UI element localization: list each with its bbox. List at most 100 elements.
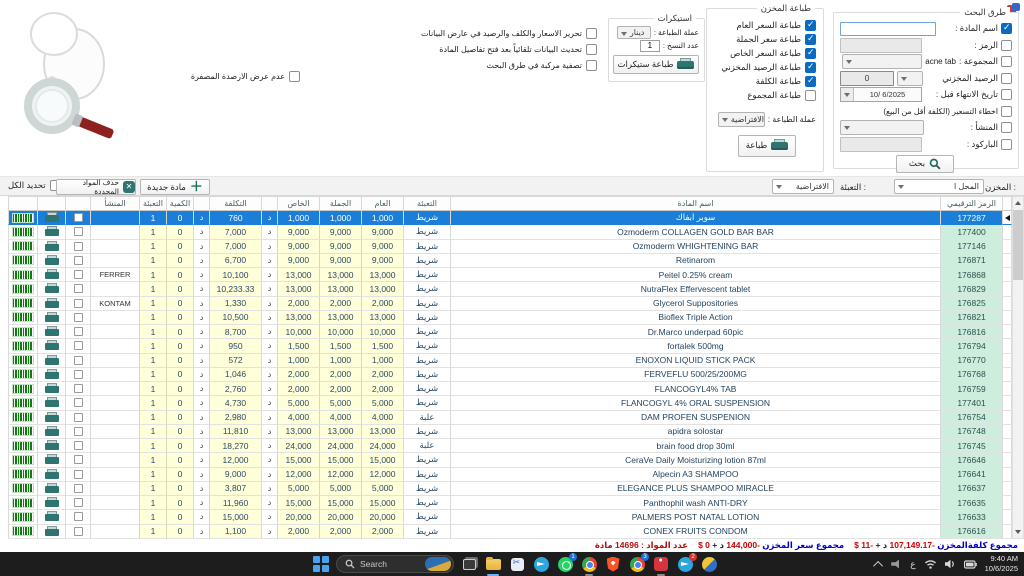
row-checkbox[interactable] [74, 398, 83, 407]
row-print-cell[interactable] [37, 211, 65, 225]
telegram-button[interactable] [532, 555, 550, 573]
print-general-price-checkbox[interactable] [805, 20, 816, 31]
row-print-cell[interactable] [37, 240, 65, 254]
material-name-input[interactable] [840, 22, 936, 36]
row-print-cell[interactable] [37, 297, 65, 311]
row-checkbox[interactable] [74, 313, 83, 322]
table-row[interactable]: 176637 ELEGANCE PLUS SHAMPOO MIRACLE شري… [8, 482, 1012, 496]
table-row[interactable]: 176633 PALMERS POST NATAL LOTION شريط 20… [8, 510, 1012, 524]
row-print-cell[interactable] [37, 396, 65, 410]
table-scrollbar[interactable] [1012, 196, 1024, 539]
language-indicator[interactable]: ع [910, 559, 915, 570]
table-row[interactable]: 176754 DAM PROFEN SUSPENION علبة 4,000 4… [8, 411, 1012, 425]
row-barcode-cell[interactable] [8, 425, 37, 439]
barcode-input[interactable] [840, 137, 922, 152]
origin-combo[interactable] [840, 120, 924, 135]
row-checkbox[interactable] [74, 299, 83, 308]
row-checkbox[interactable] [74, 470, 83, 479]
row-checkbox[interactable] [74, 227, 83, 236]
auto-refresh-checkbox[interactable] [586, 44, 597, 55]
row-barcode-cell[interactable] [8, 439, 37, 453]
row-checkbox[interactable] [74, 484, 83, 493]
print-button[interactable]: طباعة [738, 135, 796, 157]
stock-checkbox[interactable] [1001, 73, 1012, 84]
table-row[interactable]: 176868 Peitel 0.25% cream شريط 13,000 13… [8, 268, 1012, 282]
expiry-date-picker[interactable]: 10/ 6/2025 [840, 87, 922, 102]
row-print-cell[interactable] [37, 311, 65, 325]
row-checkbox[interactable] [74, 370, 83, 379]
row-print-cell[interactable] [37, 439, 65, 453]
header-code[interactable]: الرمز الترقيمي [940, 196, 1002, 211]
compound-filter-checkbox[interactable] [586, 60, 597, 71]
row-select-cell[interactable] [65, 354, 90, 368]
row-checkbox[interactable] [74, 427, 83, 436]
stock-combo[interactable] [897, 71, 923, 86]
row-barcode-cell[interactable] [8, 311, 37, 325]
row-select-cell[interactable] [65, 439, 90, 453]
table-row[interactable]: 176794 fortalek 500mg شريط 1,500 1,500 1… [8, 339, 1012, 353]
table-row[interactable]: 176871 Retinarom شريط 9,000 9,000 9,000 … [8, 254, 1012, 268]
row-barcode-cell[interactable] [8, 496, 37, 510]
row-select-cell[interactable] [65, 411, 90, 425]
calendar-dropdown-icon[interactable] [841, 88, 854, 101]
stock-input[interactable]: 0 [840, 71, 894, 86]
row-select-cell[interactable] [65, 453, 90, 467]
print-stock-balance-checkbox[interactable] [805, 62, 816, 73]
row-print-cell[interactable] [37, 510, 65, 524]
row-checkbox[interactable] [74, 384, 83, 393]
row-print-cell[interactable] [37, 482, 65, 496]
barcode-checkbox[interactable] [1001, 139, 1012, 150]
header-origin[interactable]: المنشأ [90, 196, 139, 211]
row-print-cell[interactable] [37, 425, 65, 439]
header-qty[interactable]: الكمية [166, 196, 193, 211]
row-checkbox[interactable] [74, 284, 83, 293]
row-print-cell[interactable] [37, 268, 65, 282]
table-row[interactable]: 176745 brain food drop 30ml علبة 24,000 … [8, 439, 1012, 453]
row-print-cell[interactable] [37, 325, 65, 339]
print-special-price-checkbox[interactable] [805, 48, 816, 59]
row-barcode-cell[interactable] [8, 525, 37, 539]
code-checkbox[interactable] [1001, 40, 1012, 51]
row-print-cell[interactable] [37, 354, 65, 368]
row-select-cell[interactable] [65, 325, 90, 339]
row-barcode-cell[interactable] [8, 211, 37, 225]
brave-button[interactable] [604, 555, 622, 573]
tray-overflow-chevron-icon[interactable] [873, 560, 883, 570]
row-barcode-cell[interactable] [8, 468, 37, 482]
table-row[interactable]: 176759 FLANCOGYL4% TAB شريط 2,000 2,000 … [8, 382, 1012, 396]
row-print-cell[interactable] [37, 254, 65, 268]
table-row[interactable]: 176616 CONEX FRUITS CONDOM شريط 2,000 2,… [8, 525, 1012, 539]
row-select-cell[interactable] [65, 268, 90, 282]
pricing-errors-checkbox[interactable] [1001, 106, 1012, 117]
hide-zero-balance-checkbox[interactable] [289, 71, 300, 82]
print-cost-checkbox[interactable] [805, 76, 816, 87]
header-special[interactable]: الخاص [277, 196, 319, 211]
group-checkbox[interactable] [1001, 56, 1012, 67]
task-view-button[interactable] [460, 555, 478, 573]
table-row[interactable]: 176748 apidra solostar شريط 13,000 13,00… [8, 425, 1012, 439]
table-row[interactable]: 176770 ENOXON LIQUID STICK PACK شريط 1,0… [8, 354, 1012, 368]
row-barcode-cell[interactable] [8, 453, 37, 467]
table-row[interactable]: 177146 Ozmoderm WHIGHTENING BAR شريط 9,0… [8, 240, 1012, 254]
row-select-cell[interactable] [65, 396, 90, 410]
wifi-icon[interactable] [924, 559, 937, 569]
store-combo[interactable]: المحل ا [894, 179, 984, 194]
taskbar-search-box[interactable]: Search [336, 555, 454, 573]
speaker-icon[interactable] [945, 559, 956, 569]
file-explorer-button[interactable] [484, 555, 502, 573]
row-checkbox[interactable] [74, 270, 83, 279]
row-print-cell[interactable] [37, 225, 65, 239]
row-print-cell[interactable] [37, 468, 65, 482]
row-barcode-cell[interactable] [8, 411, 37, 425]
telegram2-button[interactable]: 2 [676, 555, 694, 573]
row-barcode-cell[interactable] [8, 325, 37, 339]
table-row[interactable]: 176821 Bioflex Triple Action شريط 13,000… [8, 311, 1012, 325]
row-barcode-cell[interactable] [8, 482, 37, 496]
new-item-button[interactable]: ＋ مادة جديدة [140, 179, 210, 195]
row-checkbox[interactable] [74, 341, 83, 350]
row-checkbox[interactable] [74, 213, 83, 222]
row-select-cell[interactable] [65, 382, 90, 396]
packing-combo[interactable]: الافتراضية [772, 179, 834, 194]
print-stickers-button[interactable]: طباعة ستيكرات [613, 55, 699, 74]
header-general[interactable]: العام [361, 196, 403, 211]
